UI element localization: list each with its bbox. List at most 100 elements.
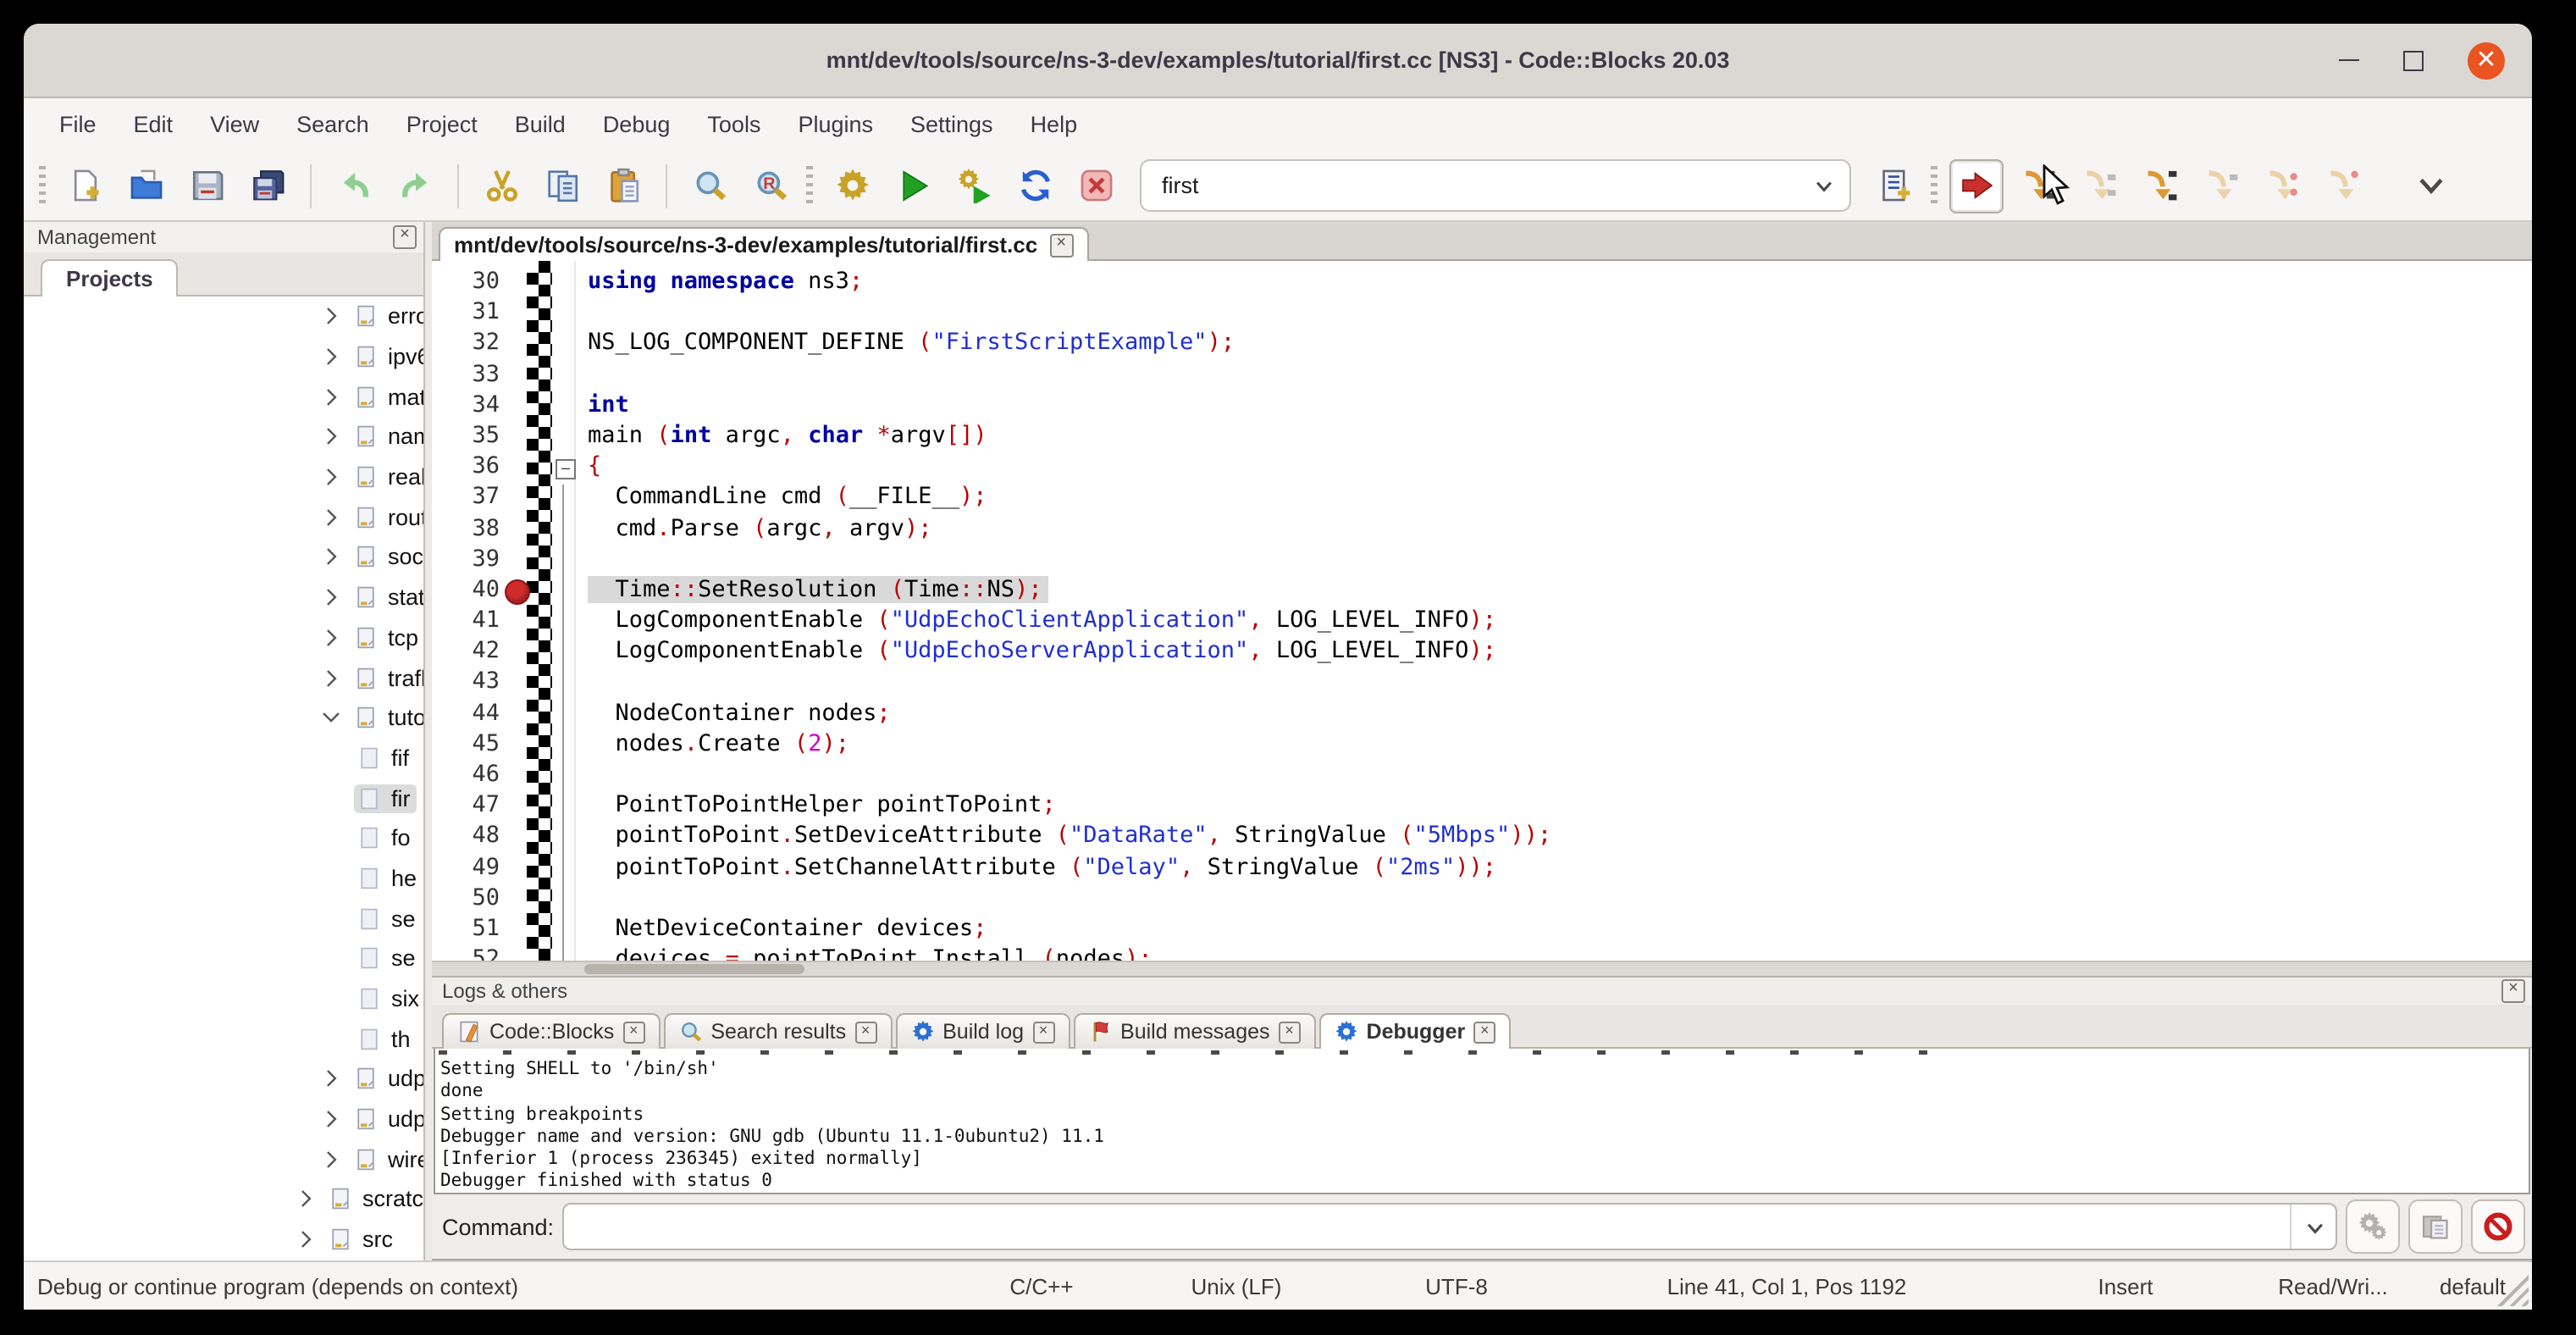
menu-view[interactable]: View bbox=[191, 105, 278, 144]
code-editor[interactable]: 30using namespace ns3;3132NS_LOG_COMPONE… bbox=[432, 261, 2532, 961]
chevron-right-icon[interactable] bbox=[320, 306, 342, 328]
step-into-button[interactable] bbox=[2132, 158, 2186, 213]
replace-button[interactable]: R bbox=[744, 158, 798, 213]
chevron-down-icon[interactable] bbox=[1812, 174, 1836, 197]
close-icon[interactable]: × bbox=[854, 1021, 876, 1043]
open-file-button[interactable] bbox=[119, 158, 173, 213]
close-icon[interactable]: × bbox=[1049, 233, 1073, 257]
chevron-right-icon[interactable] bbox=[320, 546, 342, 568]
next-line-button[interactable] bbox=[2071, 158, 2125, 213]
tree-item-se[interactable]: se bbox=[24, 939, 423, 978]
maximize-button[interactable] bbox=[2403, 50, 2424, 70]
chevron-right-icon[interactable] bbox=[320, 586, 342, 608]
command-input[interactable] bbox=[564, 1205, 2290, 1249]
close-icon[interactable]: × bbox=[2501, 979, 2525, 1003]
chevron-right-icon[interactable] bbox=[320, 426, 342, 448]
gears-button[interactable] bbox=[2346, 1199, 2400, 1254]
tree-item-se[interactable]: se bbox=[24, 899, 423, 939]
chevron-right-icon[interactable] bbox=[320, 507, 342, 529]
menu-tools[interactable]: Tools bbox=[688, 105, 779, 144]
tree-item-fir[interactable]: fir bbox=[24, 778, 423, 818]
run-button[interactable] bbox=[886, 158, 940, 213]
debug-continue-button[interactable] bbox=[1949, 158, 2004, 213]
step-out-button[interactable] bbox=[2193, 158, 2247, 213]
close-icon[interactable]: × bbox=[622, 1021, 644, 1043]
menu-file[interactable]: File bbox=[41, 105, 115, 144]
next-instruction-button[interactable] bbox=[2254, 158, 2308, 213]
tree-item-th[interactable]: th bbox=[24, 1019, 423, 1059]
save-all-button[interactable] bbox=[240, 158, 295, 213]
chevron-down-icon[interactable] bbox=[2290, 1205, 2336, 1249]
tree-item-scratch[interactable]: scratch bbox=[24, 1179, 423, 1219]
editor-tab-first-cc[interactable]: mnt/dev/tools/source/ns-3-dev/examples/t… bbox=[439, 227, 1088, 261]
chevron-right-icon[interactable] bbox=[320, 627, 342, 649]
tree-item-stat[interactable]: stat bbox=[24, 578, 423, 618]
tree-item-src[interactable]: src bbox=[24, 1220, 423, 1260]
rebuild-button[interactable] bbox=[1008, 158, 1062, 213]
redo-button[interactable] bbox=[388, 158, 442, 213]
toolbar-overflow-button[interactable] bbox=[2403, 158, 2457, 213]
chevron-right-icon[interactable] bbox=[320, 1108, 342, 1130]
chevron-right-icon[interactable] bbox=[320, 1149, 342, 1171]
menu-debug[interactable]: Debug bbox=[584, 105, 689, 144]
find-button[interactable] bbox=[683, 158, 737, 213]
copy-gray-button[interactable] bbox=[2408, 1199, 2463, 1254]
close-icon[interactable]: × bbox=[393, 225, 417, 249]
stop-button[interactable] bbox=[2471, 1199, 2525, 1254]
close-icon[interactable]: × bbox=[1279, 1021, 1301, 1043]
tree-item-erro[interactable]: erro bbox=[24, 296, 423, 336]
tree-item-rout[interactable]: rout bbox=[24, 497, 423, 537]
tree-item-nam[interactable]: nam bbox=[24, 417, 423, 457]
tree-item-tuto[interactable]: tuto bbox=[24, 698, 423, 738]
chevron-right-icon[interactable] bbox=[320, 1068, 342, 1090]
chevron-down-icon[interactable] bbox=[320, 706, 342, 728]
tree-item-mat[interactable]: mat bbox=[24, 377, 423, 417]
minimize-button[interactable] bbox=[2339, 58, 2359, 61]
build-target-select[interactable]: first bbox=[1140, 159, 1851, 212]
tree-item-ipv6[interactable]: ipv6 bbox=[24, 336, 423, 376]
chevron-right-icon[interactable] bbox=[320, 667, 342, 689]
menu-plugins[interactable]: Plugins bbox=[779, 105, 892, 144]
close-button[interactable]: ✕ bbox=[2468, 42, 2505, 79]
breakpoint-marker[interactable] bbox=[505, 579, 530, 605]
menu-build[interactable]: Build bbox=[496, 105, 584, 144]
logs-tab-code--blocks[interactable]: Code::Blocks× bbox=[442, 1013, 660, 1049]
logs-tab-debugger[interactable]: Debugger× bbox=[1319, 1013, 1512, 1049]
panel-splitter[interactable] bbox=[425, 222, 432, 1260]
chevron-right-icon[interactable] bbox=[320, 346, 342, 368]
undo-button[interactable] bbox=[327, 158, 381, 213]
chevron-right-icon[interactable] bbox=[295, 1188, 317, 1210]
logs-tab-build-messages[interactable]: Build messages× bbox=[1073, 1013, 1316, 1049]
abort-button[interactable] bbox=[1069, 158, 1123, 213]
tree-item-reall[interactable]: reall bbox=[24, 457, 423, 497]
copy-button[interactable] bbox=[535, 158, 589, 213]
tree-item-fo[interactable]: fo bbox=[24, 818, 423, 858]
chevron-right-icon[interactable] bbox=[320, 466, 342, 488]
tree-item-sock[interactable]: sock bbox=[24, 537, 423, 577]
menu-project[interactable]: Project bbox=[388, 105, 496, 144]
tree-item-trafl[interactable]: trafl bbox=[24, 657, 423, 697]
fold-toggle[interactable]: – bbox=[556, 459, 576, 479]
build-target-options-button[interactable] bbox=[1868, 158, 1922, 213]
tree-item-fif[interactable]: fif bbox=[24, 738, 423, 778]
close-icon[interactable]: × bbox=[1032, 1021, 1054, 1043]
horizontal-scrollbar[interactable] bbox=[432, 961, 2532, 976]
menu-search[interactable]: Search bbox=[278, 105, 388, 144]
logs-tab-search-results[interactable]: Search results× bbox=[663, 1013, 892, 1049]
logs-tab-build-log[interactable]: Build log× bbox=[895, 1013, 1070, 1049]
tree-item-tcp[interactable]: tcp bbox=[24, 618, 423, 657]
tree-item-wire[interactable]: wire bbox=[24, 1139, 423, 1179]
tree-item-he[interactable]: he bbox=[24, 858, 423, 898]
scrollbar-thumb[interactable] bbox=[584, 964, 804, 974]
chevron-right-icon[interactable] bbox=[295, 1228, 317, 1250]
save-button[interactable] bbox=[180, 158, 234, 213]
tab-projects[interactable]: Projects bbox=[41, 259, 179, 296]
build-button[interactable] bbox=[825, 158, 879, 213]
menu-edit[interactable]: Edit bbox=[115, 105, 192, 144]
menu-help[interactable]: Help bbox=[1012, 105, 1097, 144]
cut-button[interactable] bbox=[474, 158, 528, 213]
menu-settings[interactable]: Settings bbox=[892, 105, 1012, 144]
build-and-run-button[interactable] bbox=[947, 158, 1001, 213]
new-file-button[interactable] bbox=[58, 158, 112, 213]
chevron-right-icon[interactable] bbox=[320, 385, 342, 407]
